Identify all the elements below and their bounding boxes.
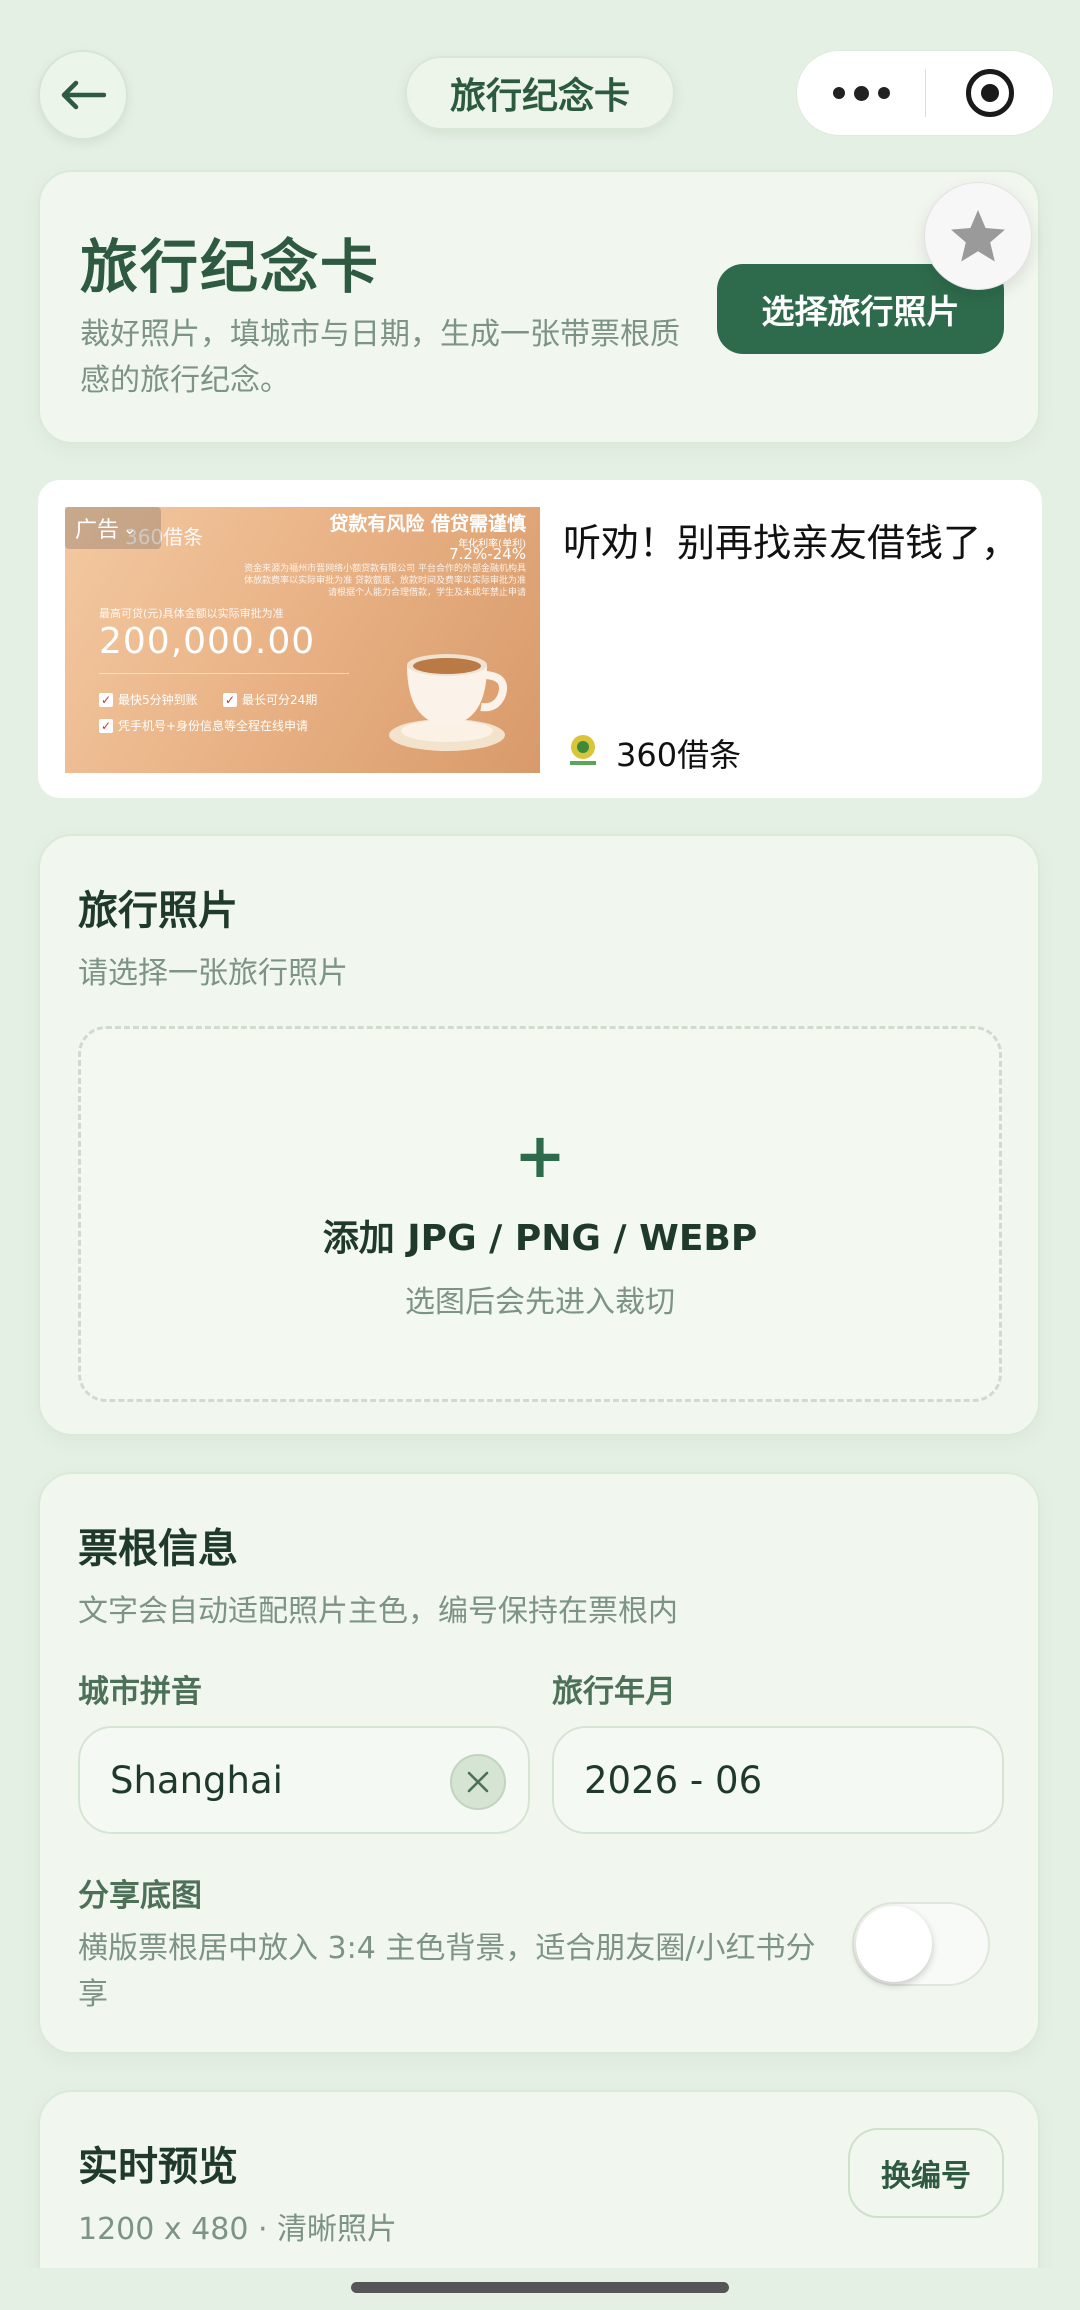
check-icon: ✓ <box>99 692 113 707</box>
plus-icon: + <box>514 1119 566 1192</box>
target-icon <box>965 69 1014 117</box>
travel-photo-card: 旅行照片 请选择一张旅行照片 + 添加 JPG / PNG / WEBP 选图后… <box>38 834 1040 1436</box>
ad-rate: 7.2%-24% <box>449 545 526 563</box>
share-background-toggle[interactable] <box>852 1902 990 1986</box>
ticket-section-subtitle: 文字会自动适配照片主色，编号保持在票根内 <box>78 1594 678 1629</box>
photo-upload-area[interactable]: + 添加 JPG / PNG / WEBP 选图后会先进入裁切 <box>78 1026 1002 1402</box>
upload-format-label: 添加 JPG / PNG / WEBP <box>322 1218 758 1259</box>
check-icon: ✓ <box>99 718 113 733</box>
date-picker[interactable]: 2026 - 06 <box>552 1726 1004 1834</box>
ad-divider <box>99 673 349 674</box>
mini-program-capsule <box>796 50 1054 136</box>
ad-advertiser-name: 360借条 <box>616 736 742 774</box>
ad-headline: 听劝！别再找亲友借钱了， <box>563 521 1020 565</box>
check-icon: ✓ <box>223 692 237 707</box>
ad-tag-label: 广告 <box>75 518 120 543</box>
toggle-knob <box>856 1906 932 1982</box>
home-indicator[interactable] <box>351 2282 729 2293</box>
ad-feature: ✓ 最长可分24期 <box>223 692 318 707</box>
city-input-value: Shanghai <box>110 1758 283 1802</box>
ad-tag[interactable]: 广告 ⌄ <box>65 507 161 549</box>
swap-number-button[interactable]: 换编号 <box>848 2128 1004 2218</box>
ad-feature: ✓ 凭手机号+身份信息等全程在线申请 <box>99 718 309 733</box>
ad-banner[interactable]: 360借条 广告 ⌄ 贷款有风险 借贷需谨慎 年化利率(单利) 7.2%-24% … <box>38 480 1042 798</box>
nav-title: 旅行纪念卡 <box>405 56 675 130</box>
hero-card: 旅行纪念卡 裁好照片，填城市与日期，生成一张带票根质感的旅行纪念。 选择旅行照片 <box>38 170 1040 444</box>
ad-limit-label: 最高可贷(元)具体金额以实际审批为准 <box>99 607 284 620</box>
hero-title: 旅行纪念卡 <box>80 233 381 301</box>
city-input[interactable]: Shanghai <box>78 1726 530 1834</box>
share-background-label: 分享底图 <box>78 1878 202 1914</box>
photo-section-subtitle: 请选择一张旅行照片 <box>78 956 348 991</box>
preview-section-title: 实时预览 <box>78 2144 238 2190</box>
ad-fine-print: 资金来源为福州市晋网络小额贷款有限公司 平台合作的外部金融机构具体放款费率以实际… <box>244 564 526 598</box>
date-label: 旅行年月 <box>552 1674 676 1710</box>
page: 旅行纪念卡 旅行纪念卡 裁好照片，填城市与日期，生成一张带票根质感的旅行纪念。 … <box>0 0 1080 2310</box>
ticket-info-card: 票根信息 文字会自动适配照片主色，编号保持在票根内 城市拼音 Shanghai … <box>38 1472 1040 2054</box>
close-icon <box>467 1771 489 1793</box>
upload-hint: 选图后会先进入裁切 <box>405 1285 675 1320</box>
more-menu-icon[interactable] <box>797 51 925 135</box>
ad-risk-warning: 贷款有风险 借贷需谨慎 <box>329 513 526 535</box>
share-background-description: 横版票根居中放入 3:4 主色背景，适合朋友圈/小红书分享 <box>78 1931 816 2012</box>
ticket-section-title: 票根信息 <box>78 1526 238 1572</box>
clear-city-button[interactable] <box>450 1754 506 1810</box>
city-label: 城市拼音 <box>78 1674 202 1710</box>
ad-feature: ✓ 最快5分钟到账 <box>99 692 198 707</box>
coffee-cup-illustration <box>389 654 508 751</box>
hero-description: 裁好照片，填城市与日期，生成一张带票根质感的旅行纪念。 <box>80 317 680 398</box>
date-picker-value: 2026 - 06 <box>584 1758 763 1802</box>
ad-amount: 200,000.00 <box>99 621 316 662</box>
chevron-down-icon: ⌄ <box>123 518 137 538</box>
close-mini-program-button[interactable] <box>926 69 1053 117</box>
favorite-button[interactable] <box>924 182 1032 290</box>
photo-section-title: 旅行照片 <box>78 888 238 934</box>
back-button[interactable] <box>38 50 128 140</box>
star-icon <box>951 210 1005 262</box>
advertiser-logo-icon <box>570 735 596 765</box>
preview-section-subtitle: 1200 x 480 · 清晰照片 <box>78 2212 398 2247</box>
ad-image: 360借条 广告 ⌄ 贷款有风险 借贷需谨慎 年化利率(单利) 7.2%-24% … <box>65 507 540 773</box>
arrow-left-icon <box>61 80 106 110</box>
